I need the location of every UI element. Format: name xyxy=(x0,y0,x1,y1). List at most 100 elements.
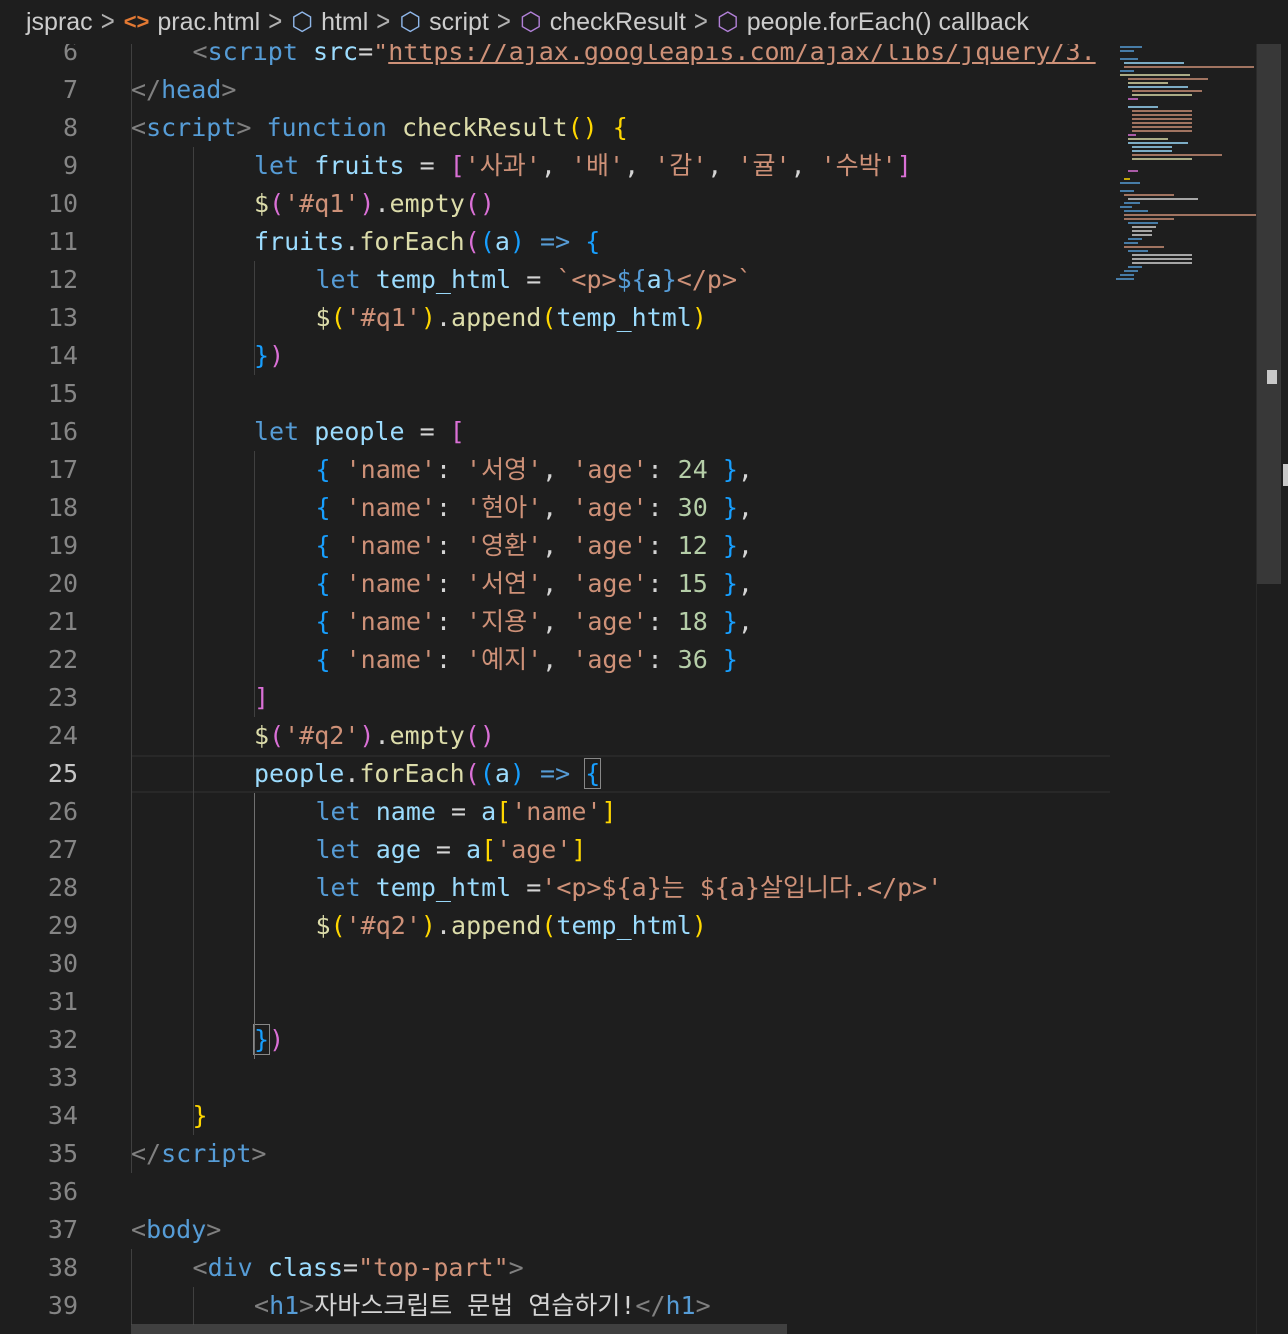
code-token: temp_html xyxy=(556,303,692,332)
code-line[interactable]: 16 let people = [ xyxy=(0,413,1110,451)
code-token: . xyxy=(435,303,452,332)
code-line[interactable]: 26 let name = a['name'] xyxy=(0,793,1110,831)
code-line[interactable]: 10 $('#q1').empty() xyxy=(0,185,1110,223)
code-line[interactable]: 22 { 'name': '예지', 'age': 36 } xyxy=(0,641,1110,679)
code-line[interactable]: 14}) xyxy=(0,337,1110,375)
code-line[interactable]: 6 <script src="https://ajax.googleapis.co… xyxy=(0,44,1110,71)
minimap-line xyxy=(1120,74,1190,76)
code-token: ${ xyxy=(616,265,647,294)
line-number: 7 xyxy=(62,75,78,104)
code-token: => xyxy=(540,759,571,788)
breadcrumb-item[interactable]: ⬡ checkResult xyxy=(520,7,686,37)
code-line[interactable]: 34} xyxy=(0,1097,1110,1135)
code-token: : xyxy=(647,493,678,522)
code-line[interactable]: 12 let temp_html = `<p>${a}</p>` xyxy=(0,261,1110,299)
code-token: } xyxy=(661,265,677,294)
code-token: ) xyxy=(269,1025,285,1054)
minimap-line xyxy=(1124,194,1174,196)
minimap-line xyxy=(1132,234,1152,236)
line-number: 25 xyxy=(47,759,78,788)
line-number: 27 xyxy=(47,835,78,864)
code-token: : xyxy=(647,607,678,636)
vertical-scrollbar[interactable] xyxy=(1256,44,1288,1334)
code-line[interactable]: 18 { 'name': '현아', 'age': 30 }, xyxy=(0,489,1110,527)
code-token: src xyxy=(312,44,359,66)
code-token: ( xyxy=(269,721,285,750)
code-line[interactable]: 31 xyxy=(0,983,1110,1021)
code-line[interactable]: 19 { 'name': '영환', 'age': 12 }, xyxy=(0,527,1110,565)
code-token: forEach xyxy=(359,227,465,256)
code-line[interactable]: 35 </script> xyxy=(0,1135,1110,1173)
code-token: , xyxy=(737,493,753,522)
line-number: 22 xyxy=(47,645,78,674)
code-line[interactable]: 8 <script> function checkResult() { xyxy=(0,109,1110,147)
code-token: let xyxy=(315,265,361,294)
code-line[interactable]: 29 $('#q2').append(temp_html) xyxy=(0,907,1110,945)
code-token: [ xyxy=(449,417,465,446)
code-text: { 'name': '예지', 'age': 36 } xyxy=(316,641,738,679)
code-line[interactable]: 37 <body> xyxy=(0,1211,1110,1249)
code-line[interactable]: 28 let temp_html ='<p>${a}는 ${a}살입니다.</p>… xyxy=(0,869,1110,907)
code-token: } xyxy=(722,531,738,560)
code-line[interactable]: 17 { 'name': '서영', 'age': 24 }, xyxy=(0,451,1110,489)
code-line[interactable]: 38 <div class="top-part"> xyxy=(0,1249,1110,1287)
code-token: 'age' xyxy=(572,493,648,522)
line-number: 10 xyxy=(47,189,78,218)
code-text: $('#q2').append(temp_html) xyxy=(316,907,707,945)
breadcrumb-item[interactable]: ⬡ script xyxy=(399,7,489,37)
code-line[interactable]: 13 $('#q1').append(temp_html) xyxy=(0,299,1110,337)
code-line[interactable]: 39 <h1>자바스크립트 문법 연습하기!</h1> xyxy=(0,1287,1110,1325)
breadcrumb-item[interactable]: jsprac xyxy=(26,8,93,37)
code-line[interactable]: 25 people.forEach((a) => { xyxy=(0,755,1110,793)
code-line[interactable]: 24 $('#q2').empty() xyxy=(0,717,1110,755)
code-token: ) xyxy=(420,303,436,332)
code-token: : xyxy=(435,607,467,636)
code-token: , xyxy=(624,151,655,180)
code-line[interactable]: 9 let fruits = ['사과', '배', '감', '귤', '수박'… xyxy=(0,147,1110,185)
code-line[interactable]: 33 xyxy=(0,1059,1110,1097)
breadcrumb-item[interactable]: ⬡ people.forEach() callback xyxy=(717,7,1029,37)
code-token: 'age' xyxy=(496,835,572,864)
code-token: let xyxy=(315,873,361,902)
code-line[interactable]: 30 xyxy=(0,945,1110,983)
minimap-line xyxy=(1132,230,1152,232)
code-line[interactable]: 36 xyxy=(0,1173,1110,1211)
code-line[interactable]: 32}) xyxy=(0,1021,1110,1059)
code-token: `<p> xyxy=(556,265,617,294)
code-line[interactable]: 27 let age = a['age'] xyxy=(0,831,1110,869)
line-number: 13 xyxy=(47,303,78,332)
code-line[interactable]: 23] xyxy=(0,679,1110,717)
code-token: < xyxy=(192,1253,208,1282)
code-text: } xyxy=(193,1097,208,1135)
code-text: <script src="https://ajax.googleapis.com… xyxy=(193,44,1096,71)
code-token: </ xyxy=(131,75,162,104)
line-number: 30 xyxy=(47,949,78,978)
breadcrumb-item[interactable]: ⬡ html xyxy=(291,7,368,37)
line-number: 17 xyxy=(47,455,78,484)
code-token: { xyxy=(315,569,331,598)
code-line[interactable]: 7 </head> xyxy=(0,71,1110,109)
breadcrumb-item[interactable]: <> prac.html xyxy=(124,8,261,37)
code-editor[interactable]: 6 <script src="https://ajax.googleapis.co… xyxy=(0,44,1110,1334)
minimap[interactable] xyxy=(1110,44,1264,1334)
code-token: [ xyxy=(449,151,465,180)
minimap-line xyxy=(1120,274,1134,276)
horizontal-scrollbar-thumb[interactable] xyxy=(131,1324,787,1334)
vertical-scrollbar-thumb[interactable] xyxy=(1257,44,1281,584)
code-token: . xyxy=(344,759,360,788)
code-line[interactable]: 21 { 'name': '지용', 'age': 18 }, xyxy=(0,603,1110,641)
code-token: 18 xyxy=(677,607,708,636)
code-token: '서영' xyxy=(466,455,543,484)
code-token: '사과' xyxy=(464,151,541,180)
line-number: 18 xyxy=(47,493,78,522)
code-line[interactable]: 15 xyxy=(0,375,1110,413)
code-token: ) xyxy=(691,303,707,332)
minimap-line xyxy=(1132,94,1192,96)
code-line[interactable]: 11 fruits.forEach((a) => { xyxy=(0,223,1110,261)
code-line[interactable]: 20 { 'name': '서연', 'age': 15 }, xyxy=(0,565,1110,603)
